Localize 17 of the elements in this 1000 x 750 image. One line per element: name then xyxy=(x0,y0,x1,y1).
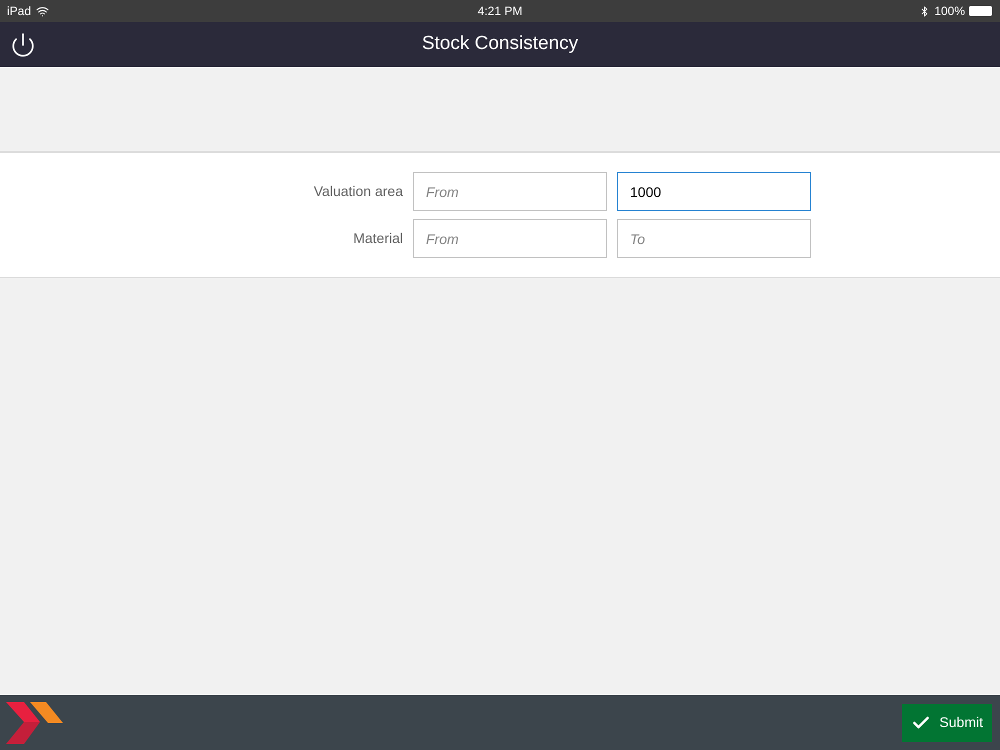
wifi-icon xyxy=(36,4,50,18)
bluetooth-icon xyxy=(919,6,930,16)
page-title: Stock Consistency xyxy=(422,32,578,56)
power-button[interactable] xyxy=(10,32,36,58)
input-field[interactable]: From xyxy=(413,219,607,258)
submit-button[interactable]: Submit xyxy=(902,704,992,742)
chevron-logo xyxy=(6,702,64,744)
field-label: Valuation area xyxy=(312,182,403,201)
device-name: iPad xyxy=(7,3,32,20)
field-label: Material xyxy=(352,229,403,248)
power-icon xyxy=(10,32,36,58)
battery-icon xyxy=(969,6,992,16)
input-field[interactable]: From xyxy=(413,172,607,211)
clock-time: 4:21 PM xyxy=(478,3,522,20)
input-field[interactable]: To xyxy=(617,219,811,258)
input-field[interactable]: 1000 xyxy=(617,172,811,211)
battery-percent: 100% xyxy=(934,3,966,20)
